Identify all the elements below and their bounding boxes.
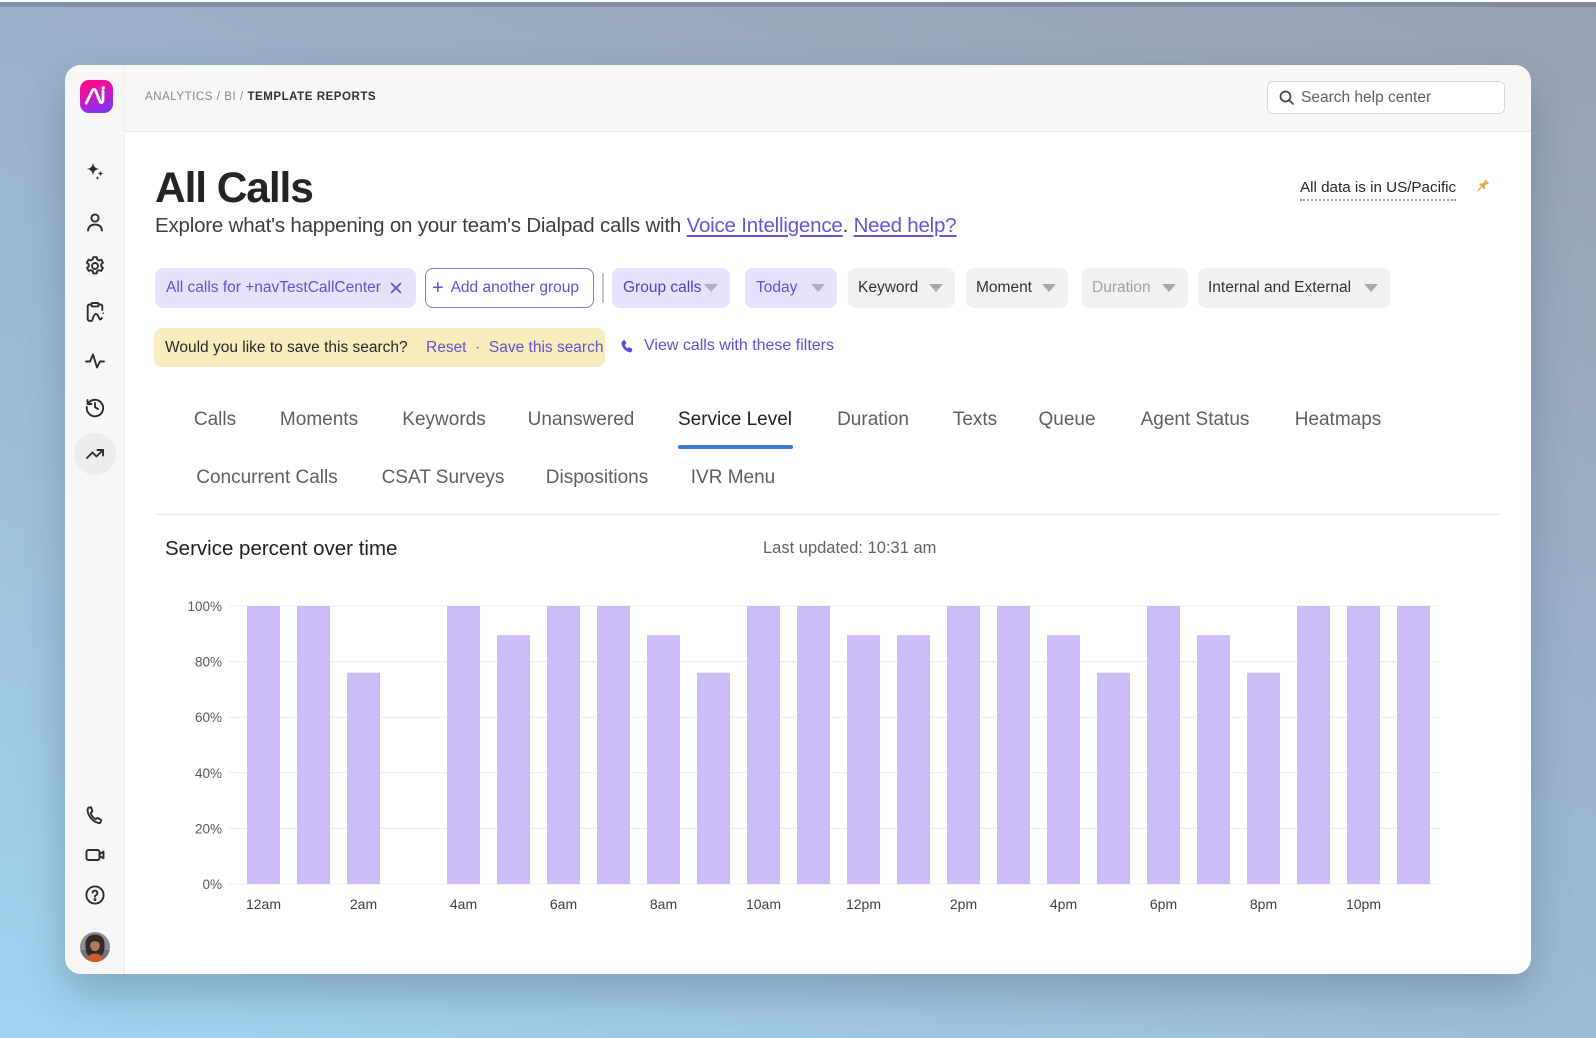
svg-text:80%: 80% [195, 655, 222, 670]
svg-text:4am: 4am [450, 896, 477, 912]
svg-text:60%: 60% [195, 710, 222, 725]
svg-text:100%: 100% [187, 599, 222, 614]
svg-text:2pm: 2pm [950, 896, 977, 912]
svg-text:2am: 2am [350, 896, 377, 912]
svg-text:12pm: 12pm [846, 896, 881, 912]
svg-text:4pm: 4pm [1050, 896, 1077, 912]
svg-text:40%: 40% [195, 766, 222, 781]
svg-text:8pm: 8pm [1250, 896, 1277, 912]
svg-text:10am: 10am [746, 896, 781, 912]
svg-text:12am: 12am [246, 896, 281, 912]
svg-text:20%: 20% [195, 821, 222, 836]
svg-text:0%: 0% [202, 877, 222, 892]
svg-text:6am: 6am [550, 896, 577, 912]
svg-text:10pm: 10pm [1346, 896, 1381, 912]
svg-text:8am: 8am [650, 896, 677, 912]
svg-text:6pm: 6pm [1150, 896, 1177, 912]
